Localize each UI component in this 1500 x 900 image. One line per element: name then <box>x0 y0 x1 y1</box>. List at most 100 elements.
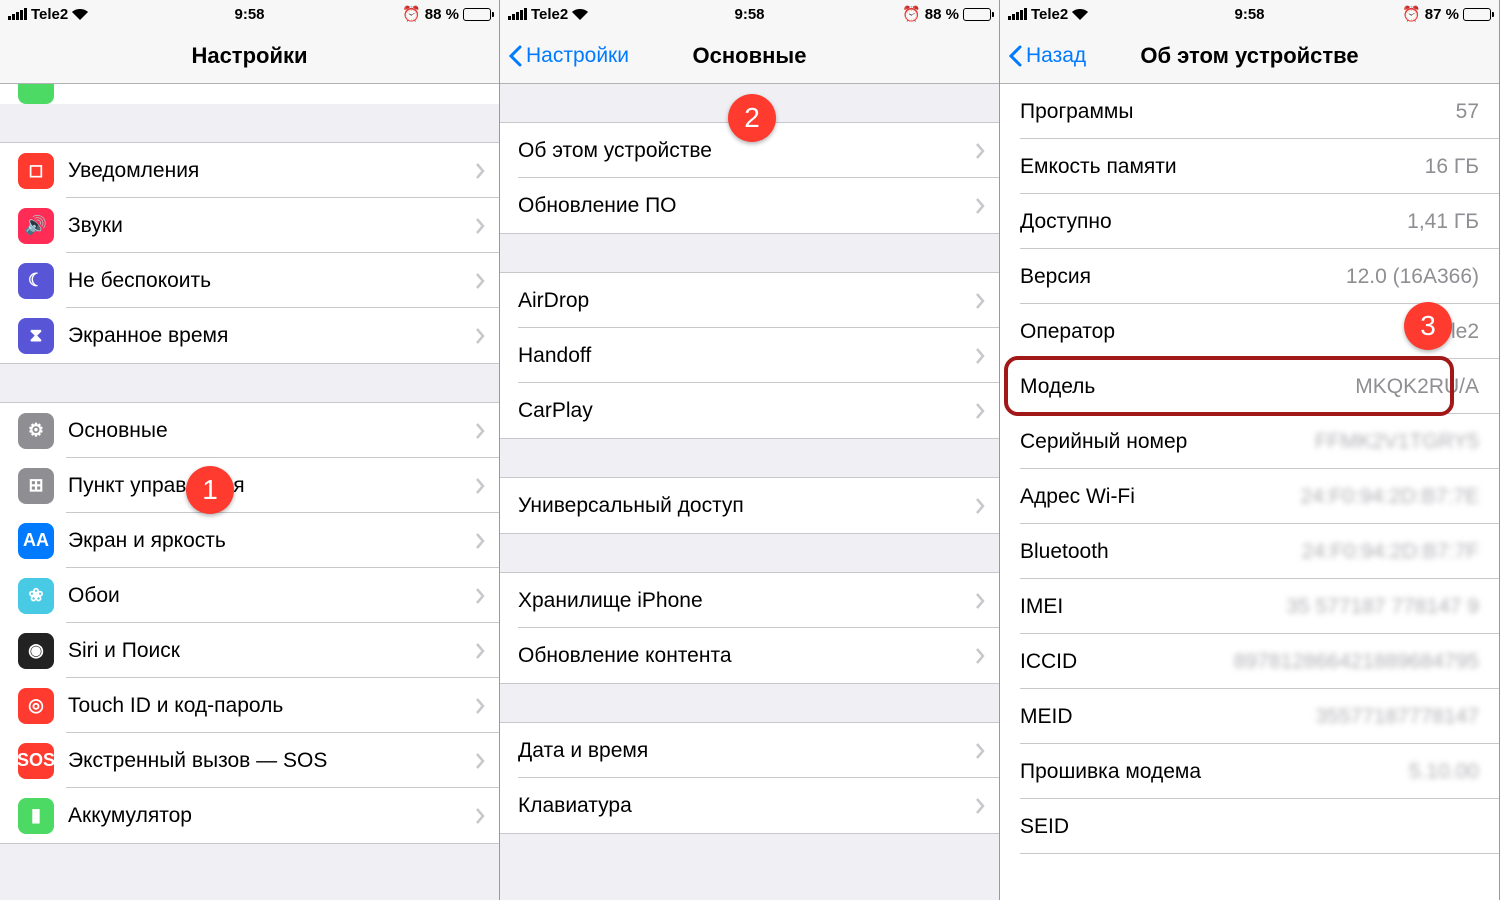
row-label: Уведомления <box>68 159 475 183</box>
settings-row[interactable]: AirDrop <box>500 273 999 328</box>
phone-general: Tele2 9:58 ⏰ 88 % Настройки Основные Об … <box>500 0 1000 900</box>
settings-row[interactable]: ☾ Не беспокоить <box>0 253 499 308</box>
row-label: Экран и яркость <box>68 529 475 553</box>
info-row: Bluetooth 24:F0:94:2D:B7:7F <box>1000 524 1499 579</box>
status-time: 9:58 <box>734 6 764 23</box>
info-row: Прошивка модема 5.10.00 <box>1000 744 1499 799</box>
row-label: Обновление контента <box>518 644 975 668</box>
battery-percent: 88 % <box>925 6 959 23</box>
chevron-right-icon <box>475 642 485 660</box>
settings-row[interactable]: ◻ Уведомления <box>0 143 499 198</box>
row-label: Экранное время <box>68 324 475 348</box>
back-button[interactable]: Настройки <box>508 44 629 68</box>
settings-list[interactable]: ◻ Уведомления 🔊 Звуки ☾ Не беспокоить ⧗ … <box>0 84 499 900</box>
settings-row[interactable]: Дата и время <box>500 723 999 778</box>
chevron-right-icon <box>475 587 485 605</box>
info-value: 1,41 ГБ <box>1407 210 1479 234</box>
settings-row[interactable]: ◉ Siri и Поиск <box>0 623 499 678</box>
battery-icon <box>963 8 991 21</box>
status-bar: Tele2 9:58 ⏰ 88 % <box>0 0 499 28</box>
info-row: Адрес Wi-Fi 24:F0:94:2D:B7:7E <box>1000 469 1499 524</box>
row-icon: 🔊 <box>18 208 54 244</box>
chevron-right-icon <box>975 647 985 665</box>
row-label: Обновление ПО <box>518 194 975 218</box>
chevron-right-icon <box>975 497 985 515</box>
chevron-right-icon <box>475 327 485 345</box>
step-badge-3: 3 <box>1404 302 1452 350</box>
chevron-right-icon <box>475 217 485 235</box>
row-label: CarPlay <box>518 399 975 423</box>
settings-row[interactable]: ▮ Аккумулятор <box>0 788 499 843</box>
carrier-label: Tele2 <box>531 6 568 23</box>
info-row: MEID 35577187778147 <box>1000 689 1499 744</box>
row-icon: ◻ <box>18 153 54 189</box>
chevron-right-icon <box>475 697 485 715</box>
settings-row[interactable]: ⧗ Экранное время <box>0 308 499 363</box>
chevron-right-icon <box>975 797 985 815</box>
nav-bar: Настройки <box>0 28 499 84</box>
row-label: Экстренный вызов — SOS <box>68 749 475 773</box>
row-icon: ▮ <box>18 798 54 834</box>
chevron-right-icon <box>475 422 485 440</box>
info-label: Прошивка модема <box>1020 760 1201 784</box>
row-label: Handoff <box>518 344 975 368</box>
row-icon: ⚙ <box>18 413 54 449</box>
info-label: Серийный номер <box>1020 430 1187 454</box>
info-row: Серийный номер FFMK2V1TGRY5 <box>1000 414 1499 469</box>
battery-icon <box>463 8 491 21</box>
settings-row[interactable]: ❀ Обои <box>0 568 499 623</box>
settings-row[interactable]: ⚙ Основные <box>0 403 499 458</box>
chevron-right-icon <box>475 162 485 180</box>
settings-row[interactable]: Универсальный доступ <box>500 478 999 533</box>
row-label: Touch ID и код-пароль <box>68 694 475 718</box>
alarm-icon: ⏰ <box>402 5 421 23</box>
settings-row[interactable]: Хранилище iPhone <box>500 573 999 628</box>
chevron-right-icon <box>475 807 485 825</box>
info-value: 57 <box>1456 100 1479 124</box>
alarm-icon: ⏰ <box>1402 5 1421 23</box>
wifi-icon <box>1072 8 1088 20</box>
back-label: Настройки <box>526 44 629 68</box>
info-value: 12.0 (16A366) <box>1346 265 1479 289</box>
chevron-right-icon <box>475 752 485 770</box>
page-title: Об этом устройстве <box>1140 43 1358 69</box>
settings-row[interactable]: 🔊 Звуки <box>0 198 499 253</box>
about-list[interactable]: Программы 57 Емкость памяти 16 ГБ Доступ… <box>1000 84 1499 900</box>
info-row: ICCID 897812866421889684795 <box>1000 634 1499 689</box>
settings-row[interactable]: ◎ Touch ID и код-пароль <box>0 678 499 733</box>
settings-row[interactable]: CarPlay <box>500 383 999 438</box>
row-label: Хранилище iPhone <box>518 589 975 613</box>
settings-row[interactable]: Обновление контента <box>500 628 999 683</box>
battery-percent: 88 % <box>425 6 459 23</box>
chevron-right-icon <box>975 592 985 610</box>
settings-row[interactable]: ⊞ Пункт управления <box>0 458 499 513</box>
step-badge-2: 2 <box>728 94 776 142</box>
alarm-icon: ⏰ <box>902 5 921 23</box>
settings-row[interactable]: SOS Экстренный вызов — SOS <box>0 733 499 788</box>
info-label: Адрес Wi-Fi <box>1020 485 1135 509</box>
row-label: Siri и Поиск <box>68 639 475 663</box>
back-button[interactable]: Назад <box>1008 44 1086 68</box>
settings-row[interactable]: Клавиатура <box>500 778 999 833</box>
info-row: Версия 12.0 (16A366) <box>1000 249 1499 304</box>
row-icon: AA <box>18 523 54 559</box>
row-icon: ❀ <box>18 578 54 614</box>
info-value: MKQK2RU/A <box>1355 375 1479 399</box>
info-row: Программы 57 <box>1000 84 1499 139</box>
step-badge-1: 1 <box>186 466 234 514</box>
page-title: Настройки <box>191 43 307 69</box>
battery-percent: 87 % <box>1425 6 1459 23</box>
info-value: FFMK2V1TGRY5 <box>1315 430 1479 454</box>
chevron-right-icon <box>475 272 485 290</box>
settings-row[interactable]: Handoff <box>500 328 999 383</box>
settings-row[interactable]: Обновление ПО <box>500 178 999 233</box>
chevron-right-icon <box>975 402 985 420</box>
info-label: Версия <box>1020 265 1091 289</box>
carrier-label: Tele2 <box>1031 6 1068 23</box>
general-list[interactable]: Об этом устройстве Обновление ПО AirDrop… <box>500 84 999 900</box>
info-row: Емкость памяти 16 ГБ <box>1000 139 1499 194</box>
chevron-right-icon <box>975 292 985 310</box>
info-label: Программы <box>1020 100 1133 124</box>
info-label: MEID <box>1020 705 1073 729</box>
settings-row[interactable]: AA Экран и яркость <box>0 513 499 568</box>
